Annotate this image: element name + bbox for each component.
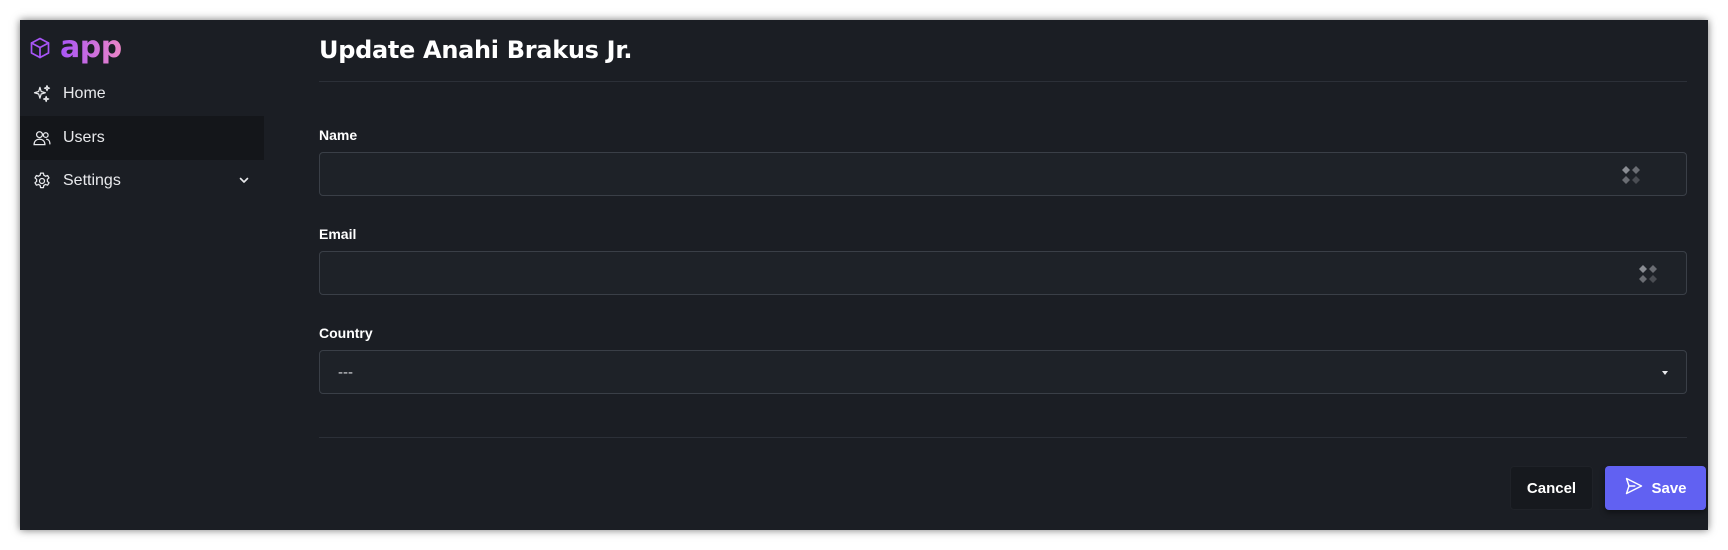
country-label: Country: [319, 325, 373, 341]
email-label: Email: [319, 226, 357, 242]
main-content: Update Anahi Brakus Jr. Name Email Count…: [319, 20, 1706, 530]
cube-icon: [28, 36, 52, 60]
form-divider: [319, 437, 1687, 438]
country-select[interactable]: ---: [319, 350, 1687, 394]
app-name: app: [60, 30, 122, 65]
header-divider: [319, 81, 1687, 82]
chevron-down-icon[interactable]: [238, 173, 250, 191]
password-manager-icon[interactable]: [1638, 264, 1658, 289]
cancel-button[interactable]: Cancel: [1510, 466, 1593, 510]
send-icon: [1624, 476, 1644, 500]
sidebar-item-users[interactable]: Users: [20, 116, 264, 160]
country-select-value: ---: [338, 364, 353, 381]
app-window: app Home Users Settings Update Anahi Bra…: [20, 20, 1708, 530]
name-field: [319, 152, 1687, 196]
name-label: Name: [319, 127, 358, 143]
email-input[interactable]: [320, 252, 1686, 294]
sidebar-item-label: Home: [63, 85, 106, 102]
sidebar-item-home[interactable]: Home: [20, 72, 264, 116]
sidebar: app Home Users Settings: [20, 20, 265, 530]
users-icon: [32, 128, 52, 148]
email-field: [319, 251, 1687, 295]
name-input[interactable]: [320, 153, 1686, 195]
page-title: Update Anahi Brakus Jr.: [319, 36, 633, 64]
gear-icon: [32, 171, 52, 191]
save-button-label: Save: [1651, 479, 1687, 497]
caret-down-icon: [1662, 371, 1668, 375]
sidebar-item-label: Users: [63, 129, 105, 146]
sparkles-icon: [32, 84, 52, 104]
sidebar-item-settings[interactable]: Settings: [20, 159, 264, 203]
password-manager-icon[interactable]: [1621, 165, 1641, 190]
save-button[interactable]: Save: [1605, 466, 1706, 510]
sidebar-item-label: Settings: [63, 172, 121, 189]
app-logo[interactable]: app: [28, 30, 122, 66]
